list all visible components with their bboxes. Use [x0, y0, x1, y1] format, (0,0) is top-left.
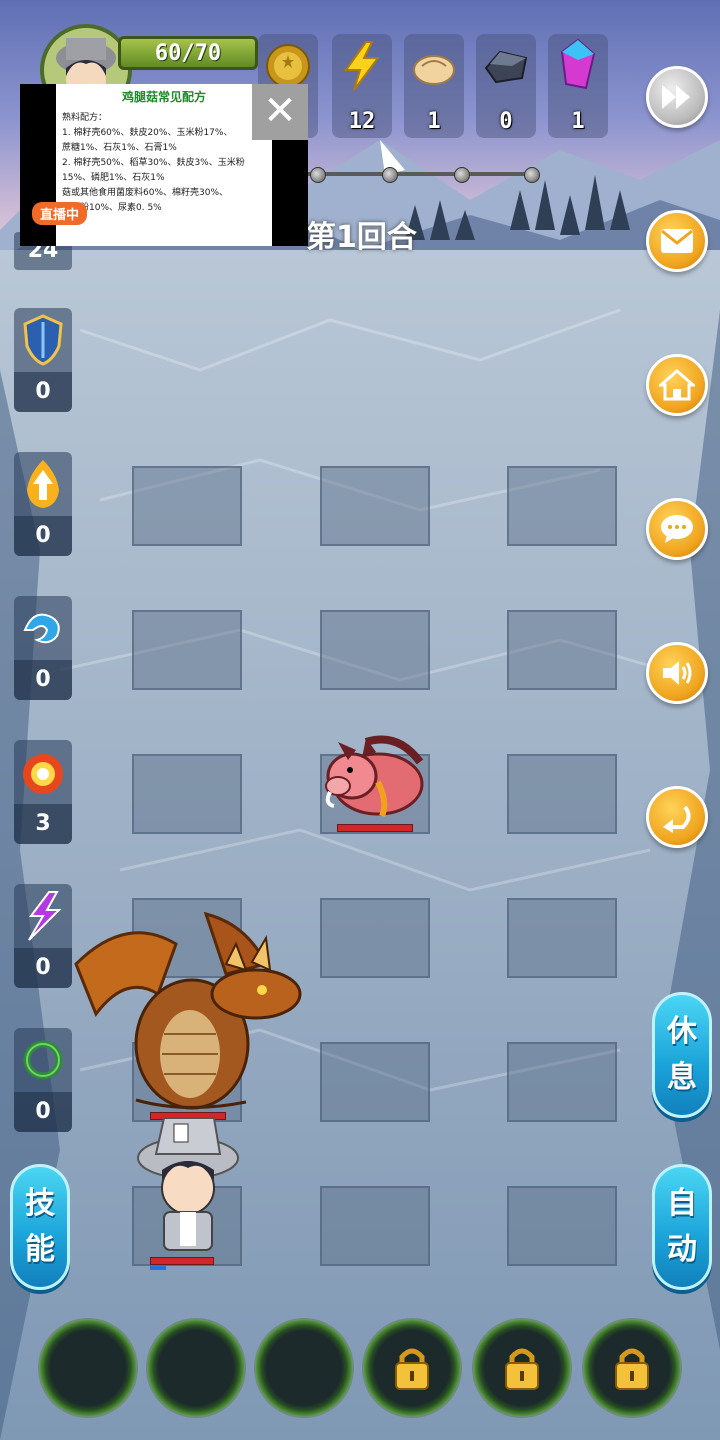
green-ring-icon [23, 1040, 63, 1080]
lock-icon [615, 1348, 649, 1390]
board-cell[interactable] [507, 1042, 617, 1122]
home-button[interactable] [646, 354, 708, 416]
player-hp-bar: 60/70 [118, 36, 258, 70]
home-icon [659, 369, 695, 401]
hero-mana-bar [150, 1266, 166, 1270]
board-cell[interactable] [507, 610, 617, 690]
lightning-icon [344, 41, 380, 91]
speaker-icon [663, 661, 692, 685]
hero-unit[interactable] [134, 1108, 242, 1258]
iron-ore-icon [484, 50, 528, 84]
bottom-slot-locked-5[interactable] [472, 1318, 572, 1418]
bun-icon [413, 55, 455, 85]
bottom-slot-2[interactable] [146, 1318, 246, 1418]
ad-line: 1. 棉籽壳60%、麸皮20%、玉米粉17%、 [62, 128, 233, 138]
round-progress-dot [382, 167, 398, 183]
board-cell[interactable] [320, 466, 430, 546]
bottom-slot-1[interactable] [38, 1318, 138, 1418]
board-cell[interactable] [507, 754, 617, 834]
skill-slot-fire[interactable]: 3 [14, 740, 72, 844]
return-arrow-icon [663, 805, 691, 833]
chat-icon [661, 515, 693, 543]
round-label: 第1回合 [306, 220, 417, 255]
ad-title: 鸡腿菇常见配方 [121, 90, 206, 104]
round-progress-dot [524, 167, 540, 183]
rest-button[interactable]: 休 息 [652, 992, 712, 1118]
chat-button[interactable] [646, 498, 708, 560]
fast-forward-icon [662, 85, 690, 109]
skill-slot-ring[interactable]: 0 [14, 1028, 72, 1132]
board-cell[interactable] [132, 610, 242, 690]
ad-line: 玉米粉10%、尿素0. 5% [62, 203, 162, 213]
crystal-resource: 1 [548, 34, 608, 138]
skill-slot-flame-arrow[interactable]: 0 [14, 452, 72, 556]
ad-document: 鸡腿菇常见配方 熟料配方： 1. 棉籽壳60%、麸皮20%、玉米粉17%、 蔗糖… [56, 84, 272, 246]
water-wave-icon [23, 613, 60, 644]
bottom-slot-locked-6[interactable] [582, 1318, 682, 1418]
live-badge[interactable]: 直播中 [32, 202, 88, 225]
round-progress-dot [454, 167, 470, 183]
board-cell[interactable] [132, 466, 242, 546]
ad-line: 蔗糖1%、石灰1%、石膏1% [62, 143, 177, 153]
lock-icon [395, 1348, 429, 1390]
energy-resource: 12 [332, 34, 392, 138]
skill-slot-water[interactable]: 0 [14, 596, 72, 700]
fire-burst-icon [23, 754, 63, 794]
flame-arrow-icon [27, 460, 59, 508]
round-progress-dot [310, 167, 326, 183]
bottom-slot-locked-4[interactable] [362, 1318, 462, 1418]
board-cell[interactable] [507, 1186, 617, 1266]
lock-icon [505, 1348, 539, 1390]
skill-button[interactable]: 技 能 [10, 1164, 70, 1290]
shield-icon [23, 314, 63, 366]
bun-resource: 1 [404, 34, 464, 138]
skill-slot-shield[interactable]: 0 [14, 308, 72, 412]
board-cell[interactable] [132, 754, 242, 834]
board-cell[interactable] [320, 1042, 430, 1122]
ad-line: 2. 棉籽壳50%、稻草30%、麸皮3%、玉米粉 [62, 158, 245, 168]
dragon-unit[interactable] [66, 904, 310, 1120]
mail-icon [661, 229, 693, 253]
ad-line: 熟料配方： [62, 113, 108, 123]
iron-resource: 0 [476, 34, 536, 138]
board-cell[interactable] [507, 898, 617, 978]
boar-enemy[interactable] [318, 722, 432, 822]
board-cell[interactable] [320, 1186, 430, 1266]
crystal-icon [560, 38, 596, 90]
board-cell[interactable] [320, 898, 430, 978]
board-cell[interactable] [320, 610, 430, 690]
auto-button[interactable]: 自 动 [652, 1164, 712, 1290]
ad-overlay[interactable]: 鸡腿菇常见配方 熟料配方： 1. 棉籽壳60%、麸皮20%、玉米粉17%、 蔗糖… [20, 84, 308, 246]
round-progress-track [306, 172, 536, 176]
ad-close-button[interactable]: ✕ [252, 84, 308, 140]
undo-button[interactable] [646, 786, 708, 848]
skill-slot-lightning[interactable]: 0 [14, 884, 72, 988]
board-cell[interactable] [507, 466, 617, 546]
mail-button[interactable] [646, 210, 708, 272]
boar-hp-bar [337, 824, 413, 832]
ad-line: 菇或其他食用菌废料60%、棉籽壳30%、 [62, 188, 229, 198]
sound-button[interactable] [646, 642, 708, 704]
ad-line: 15%、磷肥1%、石灰1% [62, 173, 165, 183]
fast-forward-button[interactable] [646, 66, 708, 128]
hero-hp-bar [150, 1257, 214, 1265]
lightning-claw-icon [28, 891, 62, 941]
bottom-slot-3[interactable] [254, 1318, 354, 1418]
